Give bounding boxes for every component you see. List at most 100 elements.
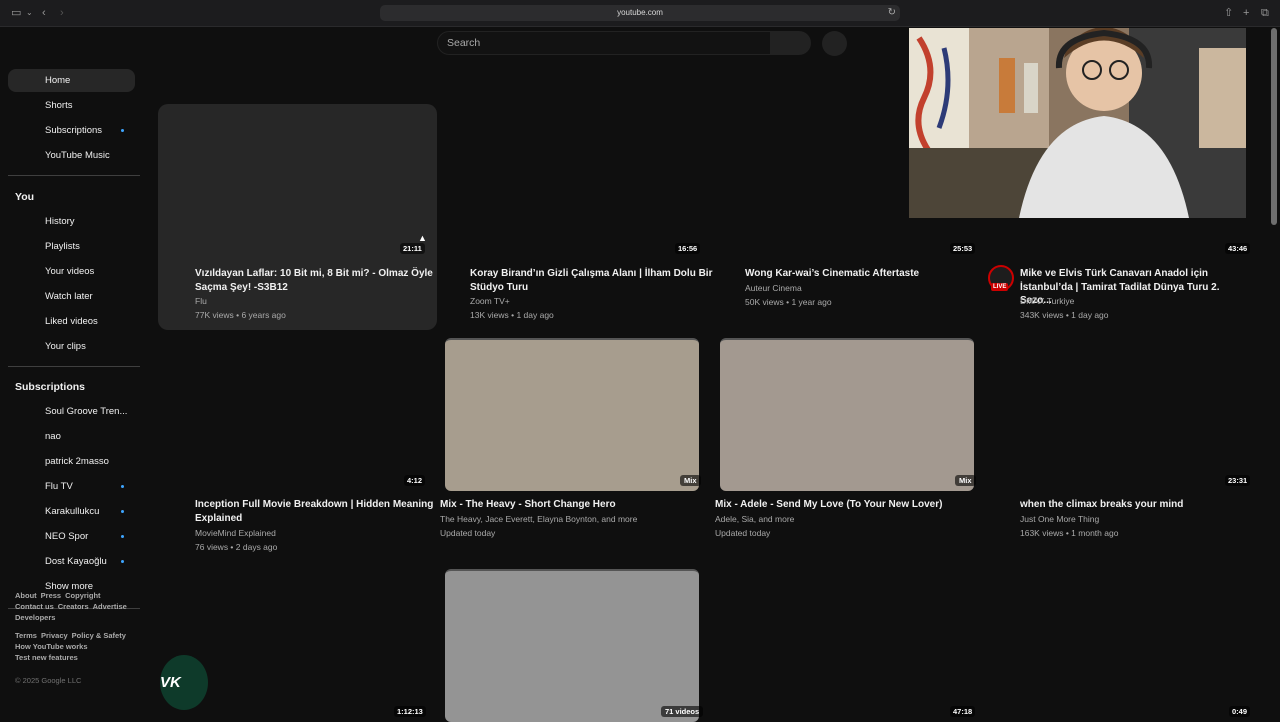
cursor-icon: ▲ <box>418 233 427 243</box>
divider <box>8 366 140 367</box>
search-button[interactable] <box>771 31 811 55</box>
new-content-dot <box>121 510 124 513</box>
sidebar-item-liked-videos[interactable]: Liked videos <box>8 310 135 333</box>
back-icon[interactable]: ‹ <box>42 6 46 20</box>
duration-badge: 25:53 <box>950 243 976 254</box>
sidebar-item-label: Subscriptions <box>45 125 103 136</box>
tab-overview-icon[interactable]: ⧉ <box>1261 6 1269 20</box>
sidebar-toggle-icon[interactable]: ▭ <box>11 6 21 20</box>
chevron-down-icon[interactable]: ⌄ <box>26 6 33 20</box>
footer-link[interactable]: Advertise <box>93 602 127 611</box>
voice-search-button[interactable] <box>822 31 847 56</box>
webcam-overlay <box>909 28 1246 218</box>
video-title[interactable]: Wong Kar-wai’s Cinematic Aftertaste <box>745 267 990 281</box>
video-meta: Updated today <box>440 528 496 538</box>
footer-link[interactable]: Test new features <box>15 653 78 662</box>
video-meta: 163K views • 1 month ago <box>1020 528 1119 538</box>
footer-links: About Press Copyright Contact us Creators Ad… <box>15 590 137 663</box>
duration-badge: 16:56 <box>675 243 701 254</box>
footer-link[interactable]: Terms <box>15 631 37 640</box>
sidebar-item-label: nao <box>45 431 61 442</box>
reload-icon[interactable]: ↻ <box>888 5 896 21</box>
sidebar-item-subscription[interactable]: Flu TV <box>8 475 135 498</box>
sidebar-item-subscription[interactable]: NEO Spor <box>8 525 135 548</box>
footer-link[interactable]: About <box>15 591 37 600</box>
mix-thumbnail[interactable] <box>445 338 699 491</box>
sidebar-item-label: Karakullukcu <box>45 506 100 517</box>
sidebar-item-label: Shorts <box>45 100 73 111</box>
duration-badge: 4:12 <box>404 475 426 486</box>
video-title[interactable]: when the climax breaks your mind <box>1020 498 1265 512</box>
url-text: youtube.com <box>617 8 663 17</box>
video-meta: 343K views • 1 day ago <box>1020 310 1109 320</box>
sidebar-item-label: Soul Groove Tren... <box>45 406 128 417</box>
video-title[interactable]: Mix - Adele - Send My Love (To Your New … <box>715 498 960 512</box>
sidebar-item-subscription[interactable]: patrick 2masso <box>8 450 135 473</box>
sidebar-item-label: Flu TV <box>45 481 73 492</box>
footer-link[interactable]: Press <box>41 591 61 600</box>
duration-badge: 47:18 <box>950 706 976 717</box>
sidebar-item-youtube-music[interactable]: YouTube Music <box>8 144 135 167</box>
footer-link[interactable]: Contact us <box>15 602 54 611</box>
video-title[interactable]: Vızıldayan Laflar: 10 Bit mi, 8 Bit mi? … <box>195 267 440 294</box>
video-title[interactable]: Mix - The Heavy - Short Change Hero <box>440 498 685 512</box>
search-input[interactable]: Search <box>437 31 771 55</box>
duration-badge: 43:46 <box>1225 243 1251 254</box>
sidebar-item-subscription[interactable]: Dost Kayaoğlu <box>8 550 135 573</box>
sidebar-item-subscription[interactable]: nao <box>8 425 135 448</box>
mix-badge: Mix <box>955 475 976 486</box>
duration-badge: 21:11 <box>400 243 425 254</box>
footer-link[interactable]: Privacy <box>41 631 68 640</box>
channel-name[interactable]: Adele, Sia, and more <box>715 514 794 524</box>
footer-link[interactable]: How YouTube works <box>15 642 88 651</box>
copyright: © 2025 Google LLC <box>15 676 82 685</box>
footer-link[interactable]: Developers <box>15 613 55 622</box>
sidebar-item-subscription[interactable]: Soul Groove Tren... <box>8 400 135 423</box>
channel-name[interactable]: DMAX Turkiye <box>1020 296 1074 306</box>
video-meta: 76 views • 2 days ago <box>195 542 278 552</box>
sidebar-item-label: YouTube Music <box>45 150 110 161</box>
sidebar-item-label: Dost Kayaoğlu <box>45 556 107 567</box>
channel-name[interactable]: Flu <box>195 296 207 306</box>
address-bar[interactable]: youtube.com ↻ <box>380 5 900 21</box>
channel-name[interactable]: Just One More Thing <box>1020 514 1099 524</box>
channel-name[interactable]: Auteur Cinema <box>745 283 802 293</box>
sidebar-item-subscription[interactable]: Karakullukcu <box>8 500 135 523</box>
video-title[interactable]: Koray Birand’ın Gizli Çalışma Alanı | İl… <box>470 267 715 294</box>
sidebar-item-watch-later[interactable]: Watch later <box>8 285 135 308</box>
footer-link[interactable]: Copyright <box>65 591 100 600</box>
divider <box>8 175 140 176</box>
you-section-heading[interactable]: You <box>15 191 34 203</box>
sidebar-item-label: Home <box>45 75 71 86</box>
playlist-count-badge: 71 videos <box>661 706 704 717</box>
sidebar-item-shorts[interactable]: Shorts <box>8 94 135 117</box>
sidebar-item-subscriptions[interactable]: Subscriptions <box>8 119 135 142</box>
forward-icon[interactable]: › <box>60 6 64 20</box>
live-badge: LIVE <box>991 283 1009 291</box>
footer-link[interactable]: Policy & Safety <box>72 631 126 640</box>
video-thumbnail[interactable]: VK <box>160 655 208 710</box>
mix-thumbnail[interactable] <box>720 338 974 491</box>
sidebar-item-your-videos[interactable]: Your videos <box>8 260 135 283</box>
new-content-dot <box>121 485 124 488</box>
sidebar-item-history[interactable]: History <box>8 210 135 233</box>
channel-name[interactable]: MovieMind Explained <box>195 528 276 538</box>
video-title[interactable]: Inception Full Movie Breakdown | Hidden … <box>195 498 440 525</box>
channel-name[interactable]: Zoom TV+ <box>470 296 510 306</box>
sidebar-item-home[interactable]: Home <box>8 69 135 92</box>
sidebar-item-label: Watch later <box>45 291 93 302</box>
channel-name[interactable]: The Heavy, Jace Everett, Elayna Boynton,… <box>440 514 637 524</box>
page-scrollbar[interactable] <box>1271 28 1277 225</box>
sidebar-item-label: Playlists <box>45 241 80 252</box>
share-icon[interactable]: ⇧ <box>1224 6 1233 20</box>
sidebar-item-label: Your videos <box>45 266 95 277</box>
playlist-thumbnail[interactable] <box>445 569 699 722</box>
thumbnail-text: VK <box>160 674 181 691</box>
new-content-dot <box>121 560 124 563</box>
sidebar-item-your-clips[interactable]: Your clips <box>8 335 135 358</box>
new-tab-icon[interactable]: + <box>1243 6 1249 20</box>
mix-badge: Mix <box>680 475 701 486</box>
sidebar-item-playlists[interactable]: Playlists <box>8 235 135 258</box>
duration-badge: 0:49 <box>1229 706 1251 717</box>
footer-link[interactable]: Creators <box>58 602 89 611</box>
